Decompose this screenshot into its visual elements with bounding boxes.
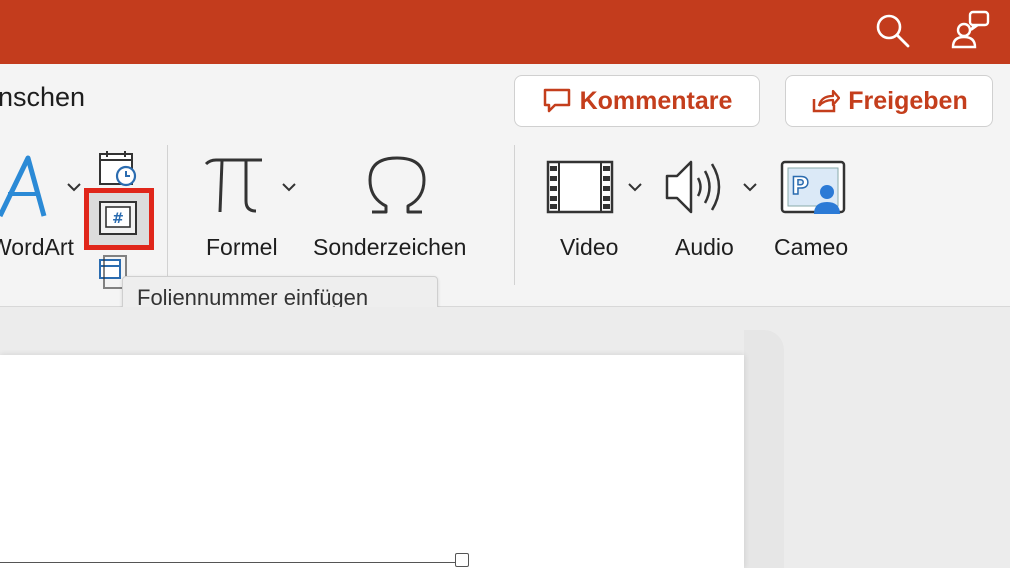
date-time-icon[interactable] [98,150,140,193]
audio-speaker-icon[interactable] [664,156,728,223]
share-people-icon[interactable] [950,10,990,50]
share-icon [813,89,841,113]
wordart-icon[interactable] [0,152,52,227]
svg-text:#: # [112,211,124,227]
omega-symbol-icon[interactable] [366,154,428,221]
slide-panel-edge [744,330,784,568]
slide-number-icon[interactable]: # [98,200,138,241]
title-bar [0,0,1010,64]
comments-button-label: Kommentare [579,86,733,115]
resize-handle[interactable] [455,553,469,567]
ribbon-tab-label[interactable]: nschen [0,82,85,113]
formula-label: Formel [206,234,278,260]
cameo-label: Cameo [774,234,849,260]
search-icon[interactable] [872,10,912,50]
formula-chevron-icon[interactable] [281,180,297,198]
video-label: Video [560,234,619,260]
audio-chevron-icon[interactable] [742,180,758,198]
formula-pi-icon[interactable] [204,156,266,221]
cameo-icon[interactable]: P [780,160,848,221]
video-chevron-icon[interactable] [627,180,643,198]
svg-text:P: P [791,172,809,200]
symbol-label: Sonderzeichen [313,234,467,260]
video-film-icon[interactable] [546,160,614,219]
share-button[interactable]: Freigeben [785,75,993,127]
comments-button[interactable]: Kommentare [514,75,760,127]
wordart-chevron-icon[interactable] [66,180,82,198]
slide[interactable] [0,355,744,568]
ribbon-separator [514,145,515,285]
comment-icon [543,88,570,113]
wordart-label: WordArt [0,234,74,260]
ribbon-separator [167,145,168,285]
share-button-label: Freigeben [848,86,968,115]
textbox-border [0,562,456,563]
audio-label: Audio [675,234,734,260]
